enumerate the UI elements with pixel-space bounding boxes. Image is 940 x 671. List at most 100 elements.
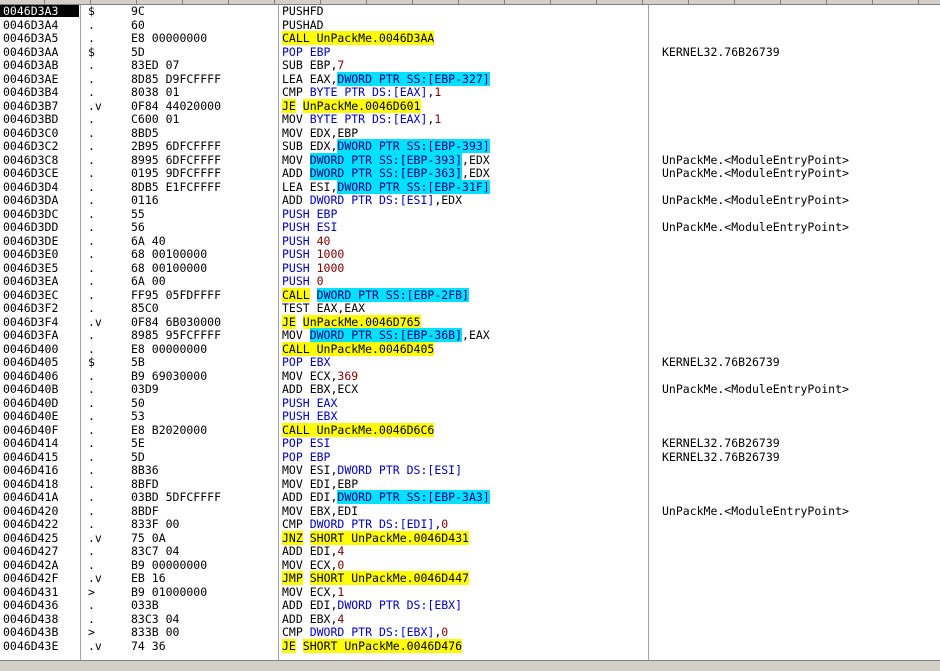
address-cell: 0046D3DA xyxy=(3,193,59,207)
disassembly-token: MOV ECX, xyxy=(282,368,338,383)
disasm-row[interactable]: 0046D418. 8BFD MOV EDI,EBP xyxy=(0,478,940,490)
hex-dump-cell: 50 xyxy=(131,395,145,410)
disasm-row[interactable]: 0046D3DC. 55 PUSH EBP xyxy=(0,208,940,220)
disassembly-token: PUSH xyxy=(282,247,317,261)
disasm-row[interactable]: 0046D3EA. 6A 00 PUSH 0 xyxy=(0,275,940,287)
disasm-row[interactable]: 0046D41A. 03BD 5DFCFFFF ADD EDI,DWORD PTR … xyxy=(0,490,940,504)
disasm-row[interactable]: 0046D3C0. 8BD5 MOV EDX,EBP xyxy=(0,127,940,139)
toolbar-button[interactable] xyxy=(0,0,45,4)
disasm-row[interactable]: 0046D422. 833F 00 CMP DWORD PTR DS:[EDI],0 xyxy=(0,518,940,530)
disasm-row[interactable]: 0046D3B7 .v 0F84 44020000 JE UnPackMe.0046D… xyxy=(0,98,940,113)
disasm-row[interactable]: 0046D3DD. 56 PUSH ESI UnPackMe.<ModuleEntry… xyxy=(0,221,940,233)
toolbar-button[interactable] xyxy=(414,0,459,4)
toolbar-button[interactable] xyxy=(230,0,275,4)
disasm-row[interactable]: 0046D406. B9 69030000 MOV ECX,369 xyxy=(0,370,940,382)
disasm-row[interactable]: 0046D3AE. 8D85 D9FCFFFF LEA EAX,DWORD PTR … xyxy=(0,71,940,86)
disassembly-token xyxy=(310,288,317,302)
disasm-row[interactable]: 0046D3EC. FF95 05FDFFFF CALL DWORD PTR SS:… xyxy=(0,287,940,302)
disassembly-cell: PUSH 0 xyxy=(282,275,324,287)
hex-dump-cell: 0F84 44020000 xyxy=(131,98,222,113)
disasm-row[interactable]: 0046D43B >833B 00 CMP DWORD PTR DS:[EBX],0 xyxy=(0,626,940,638)
toolbar-button[interactable] xyxy=(782,0,827,4)
address-cell: 0046D416 xyxy=(3,463,59,477)
disasm-row[interactable]: 0046D400. E8 00000000 CALL UnPackMe.0046D4… xyxy=(0,341,940,356)
disassembly-cell: LEA EAX,DWORD PTR SS:[EBP-327] xyxy=(282,71,490,86)
disasm-row[interactable]: 0046D436. 033B ADD EDI,DWORD PTR DS:[EBX] xyxy=(0,599,940,611)
toolbar-button[interactable] xyxy=(506,0,551,4)
disasm-row[interactable]: 0046D3DE. 6A 40 PUSH 40 xyxy=(0,235,940,247)
toolbar-button[interactable] xyxy=(368,0,413,4)
jump-marker: . xyxy=(88,301,95,315)
disassembly-token: MOV xyxy=(282,152,310,167)
disasm-row[interactable]: 0046D40D. 50 PUSH EAX xyxy=(0,397,940,409)
disassembly-token: SHORT UnPackMe.0046D431 xyxy=(309,530,469,545)
disasm-row[interactable]: 0046D3C8. 8995 6DFCFFFF MOV DWORD PTR SS:[… xyxy=(0,152,940,167)
toolbar-button[interactable] xyxy=(184,0,229,4)
disasm-row[interactable]: 0046D3A3 $9C PUSHFD xyxy=(0,5,940,17)
comment-cell: UnPackMe.<ModuleEntryPoint> xyxy=(662,152,849,167)
hex-dump-cell: 8D85 D9FCFFFF xyxy=(131,71,222,86)
disasm-row[interactable]: 0046D3AB. 83ED 07 SUB EBP,7 xyxy=(0,59,940,71)
disassembly-pane[interactable]: 0046D3A3 $9C PUSHFD 0046D3A4. 60 PUSHAD 0046D3… xyxy=(0,5,940,662)
disasm-row[interactable]: 0046D3FA. 8985 95FCFFFF MOV DWORD PTR SS:[… xyxy=(0,328,940,342)
hex-dump-cell: 53 xyxy=(131,409,145,423)
disasm-row[interactable]: 0046D405 $5B POP EBX KERNEL32.76B26739 xyxy=(0,356,940,368)
disasm-row[interactable]: 0046D42A. B9 00000000 MOV ECX,0 xyxy=(0,559,940,571)
disasm-row[interactable]: 0046D427. 83C7 04 ADD EDI,4 xyxy=(0,545,940,557)
hex-dump-cell: B9 69030000 xyxy=(131,368,208,383)
hex-dump-cell: 85C0 xyxy=(131,301,159,315)
disassembly-cell: PUSH EBX xyxy=(282,410,337,422)
toolbar-button[interactable] xyxy=(874,0,919,4)
disasm-row[interactable]: 0046D3B4. 8038 01 CMP BYTE PTR DS:[EAX],1 xyxy=(0,86,940,98)
toolbar-button[interactable] xyxy=(736,0,781,4)
disassembly-token: DWORD PTR SS:[EBP-363] xyxy=(309,166,463,180)
toolbar-button[interactable] xyxy=(322,0,367,4)
disasm-row[interactable]: 0046D3DA. 0116 ADD DWORD PTR DS:[ESI],EDX U… xyxy=(0,194,940,206)
disasm-row[interactable]: 0046D3E0. 68 00100000 PUSH 1000 xyxy=(0,248,940,260)
jump-marker: . xyxy=(88,112,95,126)
disasm-row[interactable]: 0046D3F4 .v 0F84 6B030000 JE UnPackMe.0046D… xyxy=(0,314,940,329)
disasm-row[interactable]: 0046D40F. E8 B2020000 CALL UnPackMe.0046D6… xyxy=(0,422,940,437)
disasm-row[interactable]: 0046D420. 8BDF MOV EBX,EDI UnPackMe.<Module… xyxy=(0,505,940,517)
toolbar-button[interactable] xyxy=(552,0,597,4)
disasm-row[interactable]: 0046D3D4. 8DB5 E1FCFFFF LEA ESI,DWORD PTR … xyxy=(0,179,940,194)
disassembly-token: 1000 xyxy=(316,260,345,275)
toolbar-button[interactable] xyxy=(644,0,689,4)
disasm-row[interactable]: 0046D415. 5D POP EBP KERNEL32.76B26739 xyxy=(0,451,940,463)
toolbar-button[interactable] xyxy=(46,0,91,4)
disasm-row[interactable]: 0046D3F2. 85C0 TEST EAX,EAX xyxy=(0,302,940,314)
disasm-row[interactable]: 0046D425 .v 75 0A JNZ SHORT UnPackMe.0046D4… xyxy=(0,530,940,545)
disasm-row[interactable]: 0046D431 > B9 01000000 MOV ECX,1 xyxy=(0,586,940,598)
address-cell: 0046D3C0 xyxy=(3,125,59,140)
disasm-row[interactable]: 0046D42F .v EB 16 JMP SHORT UnPackMe.0046D4… xyxy=(0,571,940,585)
toolbar-button[interactable] xyxy=(460,0,505,4)
disasm-row[interactable]: 0046D3E5. 68 00100000 PUSH 1000 xyxy=(0,262,940,274)
disasm-row[interactable]: 0046D40B. 03D9 ADD EBX,ECX UnPackMe.<Module… xyxy=(0,383,940,395)
hex-dump-cell: 8995 6DFCFFFF xyxy=(131,152,222,167)
disasm-row[interactable]: 0046D40E. 53 PUSH EBX xyxy=(0,410,940,422)
disassembly-cell: ADD DWORD PTR DS:[ESI],EDX xyxy=(282,194,462,206)
disassembly-token: POP EBP xyxy=(282,449,331,464)
disasm-row[interactable]: 0046D3CE. 0195 9DFCFFFF ADD DWORD PTR SS:[… xyxy=(0,166,940,180)
toolbar-button[interactable] xyxy=(828,0,873,4)
disassembly-token: JMP xyxy=(282,571,303,585)
disasm-row[interactable]: 0046D3A4. 60 PUSHAD xyxy=(0,19,940,31)
hex-dump-cell: E8 00000000 xyxy=(131,341,208,356)
disasm-row[interactable]: 0046D438. 83C3 04 ADD EBX,4 xyxy=(0,613,940,625)
toolbar-button[interactable] xyxy=(690,0,735,4)
disasm-row[interactable]: 0046D3C2. 2B95 6DFCFFFF SUB EDX,DWORD PTR … xyxy=(0,139,940,153)
toolbar-button[interactable] xyxy=(276,0,321,4)
disasm-row[interactable]: 0046D3AA $5D POP EBP KERNEL32.76B26739 xyxy=(0,46,940,58)
toolbar-button[interactable] xyxy=(598,0,643,4)
disasm-row[interactable]: 0046D3A5. E8 00000000 CALL UnPackMe.0046D3… xyxy=(0,31,940,45)
disassembly-token: 0 xyxy=(316,274,324,288)
disasm-row[interactable]: 0046D414. 5E POP ESI KERNEL32.76B26739 xyxy=(0,437,940,449)
disasm-row[interactable]: 0046D416. 8B36 MOV ESI,DWORD PTR DS:[ESI] xyxy=(0,464,940,476)
hex-dump-cell: 55 xyxy=(131,206,145,221)
toolbar-button[interactable] xyxy=(92,0,137,4)
disassembly-token: DWORD PTR DS:[ESI] xyxy=(337,463,463,477)
toolbar-button[interactable] xyxy=(138,0,183,4)
disassembly-token: CALL UnPackMe.0046D6C6 xyxy=(282,422,435,437)
disasm-row[interactable]: 0046D3BD. C600 01 MOV BYTE PTR DS:[EAX],1 xyxy=(0,113,940,125)
disasm-row[interactable]: 0046D43E .v 74 36 JE SHORT UnPackMe.0046D47… xyxy=(0,638,940,653)
